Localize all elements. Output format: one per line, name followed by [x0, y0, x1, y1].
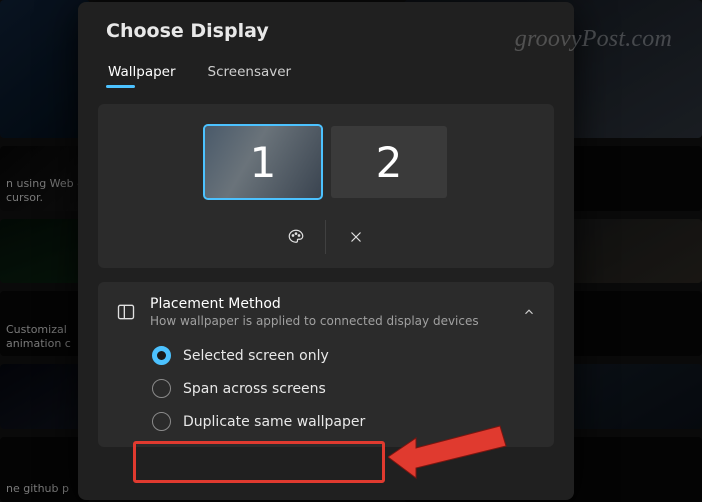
monitor-group: 1 2: [205, 126, 447, 198]
tile-caption: ne github p: [6, 482, 69, 496]
palette-icon: [287, 228, 305, 246]
placement-title: Placement Method: [150, 296, 508, 312]
monitor-number: 2: [376, 138, 403, 187]
radio-span-across-screens[interactable]: Span across screens: [152, 379, 536, 398]
customize-button[interactable]: [266, 220, 326, 254]
radio-icon: [152, 346, 171, 365]
remove-button[interactable]: [326, 220, 386, 254]
radio-label: Span across screens: [183, 381, 326, 397]
placement-header[interactable]: Placement Method How wallpaper is applie…: [98, 282, 554, 342]
display-preview-panel: 1 2: [98, 104, 554, 268]
monitor-number: 1: [250, 138, 277, 187]
monitor-2[interactable]: 2: [331, 126, 447, 198]
placement-subtitle: How wallpaper is applied to connected di…: [150, 314, 508, 328]
tab-screensaver[interactable]: Screensaver: [206, 58, 294, 90]
placement-section: Placement Method How wallpaper is applie…: [98, 282, 554, 447]
preview-actions: [266, 220, 386, 254]
radio-label: Duplicate same wallpaper: [183, 414, 365, 430]
radio-icon: [152, 412, 171, 431]
monitor-1[interactable]: 1: [205, 126, 321, 198]
chevron-up-icon: [522, 305, 536, 319]
dialog-title: Choose Display: [78, 2, 574, 52]
radio-label: Selected screen only: [183, 348, 329, 364]
layout-icon: [116, 302, 136, 322]
placement-options: Selected screen only Span across screens…: [98, 342, 554, 447]
radio-selected-screen-only[interactable]: Selected screen only: [152, 346, 536, 365]
close-icon: [347, 228, 365, 246]
tab-strip: Wallpaper Screensaver: [78, 52, 574, 90]
tab-wallpaper[interactable]: Wallpaper: [106, 58, 178, 90]
radio-duplicate-same-wallpaper[interactable]: Duplicate same wallpaper: [152, 412, 536, 431]
radio-icon: [152, 379, 171, 398]
choose-display-dialog: Choose Display Wallpaper Screensaver 1 2: [78, 2, 574, 500]
